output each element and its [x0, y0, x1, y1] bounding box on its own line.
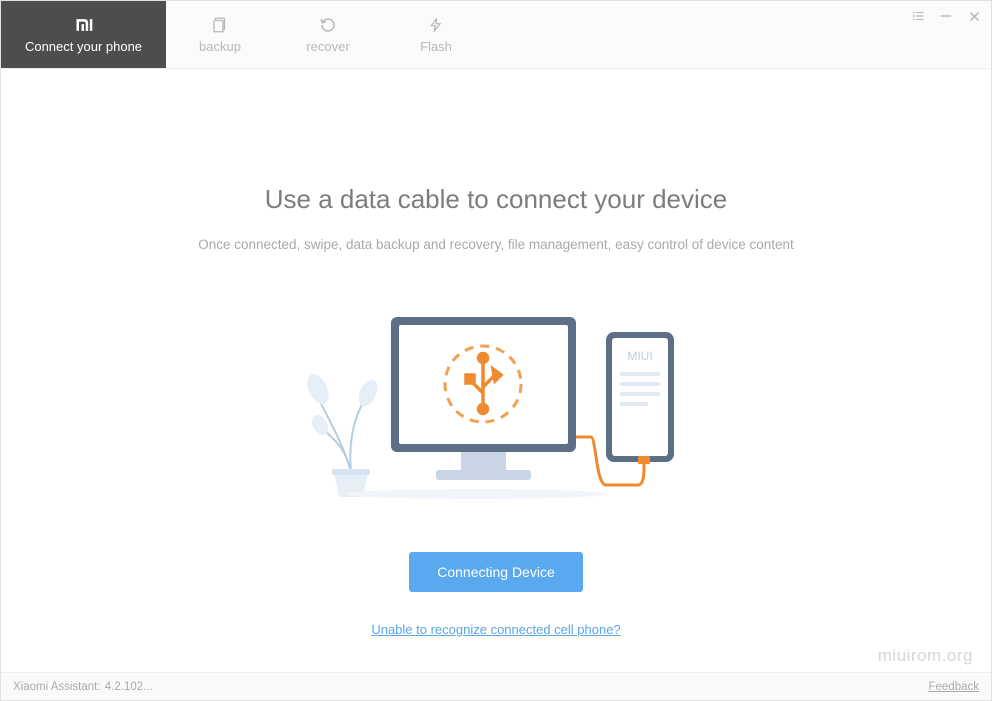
page-subtitle: Once connected, swipe, data backup and r…: [1, 237, 991, 252]
tab-label: Flash: [420, 39, 452, 54]
connect-illustration: MIUI: [296, 297, 696, 502]
phone-badge-text: MIUI: [627, 349, 652, 363]
status-bar: Xiaomi Assistant: 4.2.102... Feedback: [1, 672, 991, 700]
tab-connect-phone[interactable]: Connect your phone: [1, 1, 166, 68]
tab-label: recover: [306, 39, 349, 54]
recover-icon: [318, 15, 338, 35]
feedback-link[interactable]: Feedback: [928, 681, 979, 693]
mi-logo-icon: [74, 15, 94, 35]
top-toolbar: Connect your phone backup recover Flash: [1, 1, 991, 69]
backup-icon: [210, 15, 230, 35]
menu-list-icon[interactable]: [909, 7, 927, 25]
tab-recover[interactable]: recover: [274, 1, 382, 68]
minimize-icon[interactable]: [937, 7, 955, 25]
tab-label: backup: [199, 39, 241, 54]
tab-flash[interactable]: Flash: [382, 1, 490, 68]
tab-backup[interactable]: backup: [166, 1, 274, 68]
connect-device-button[interactable]: Connecting Device: [409, 552, 583, 592]
close-icon[interactable]: [965, 7, 983, 25]
main-panel: Use a data cable to connect your device …: [1, 69, 991, 637]
tab-label: Connect your phone: [25, 39, 142, 54]
version-info: Xiaomi Assistant: 4.2.102...: [13, 681, 153, 693]
watermark-text: miuirom.org: [878, 646, 973, 666]
unable-recognize-link[interactable]: Unable to recognize connected cell phone…: [1, 622, 991, 637]
window-controls: [909, 7, 983, 25]
page-title: Use a data cable to connect your device: [1, 184, 991, 215]
flash-icon: [426, 15, 446, 35]
